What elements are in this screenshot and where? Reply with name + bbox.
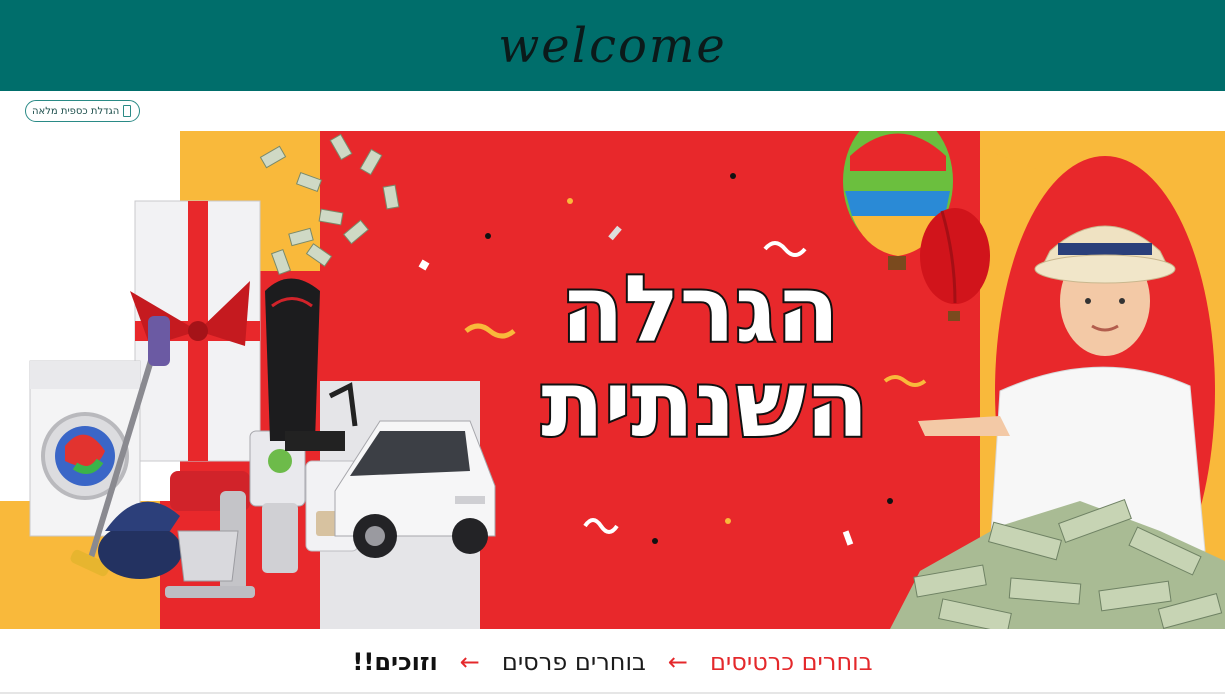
banner-illustration: הגרלה השנתית xyxy=(0,131,1225,629)
step-choose-prizes: בוחרים פרסים xyxy=(501,647,646,676)
fullscreen-button[interactable]: הגדלת כספית מלאה xyxy=(25,100,141,122)
headline-line2: השנתית xyxy=(541,351,868,458)
steps-bar: בוחרים כרטיסים ← בוחרים פרסים ← וזוכים!! xyxy=(0,629,1225,694)
headline: הגרלה השנתית xyxy=(539,254,870,460)
step-win: וזוכים!! xyxy=(352,647,438,676)
arrow-left-icon: ← xyxy=(459,647,480,676)
arrow-left-icon: ← xyxy=(667,647,688,676)
page-title: welcome xyxy=(498,17,727,74)
phone-icon xyxy=(123,105,132,117)
toolbar: הגדלת כספית מלאה xyxy=(0,91,1225,131)
fullscreen-label: הגדלת כספית מלאה xyxy=(32,105,120,117)
hero-banner: הגרלה השנתית xyxy=(0,131,1225,629)
header-bar: welcome xyxy=(0,0,1225,91)
headline-line1: הגרלה xyxy=(561,256,840,363)
step-choose-tickets: בוחרים כרטיסים xyxy=(709,647,873,676)
